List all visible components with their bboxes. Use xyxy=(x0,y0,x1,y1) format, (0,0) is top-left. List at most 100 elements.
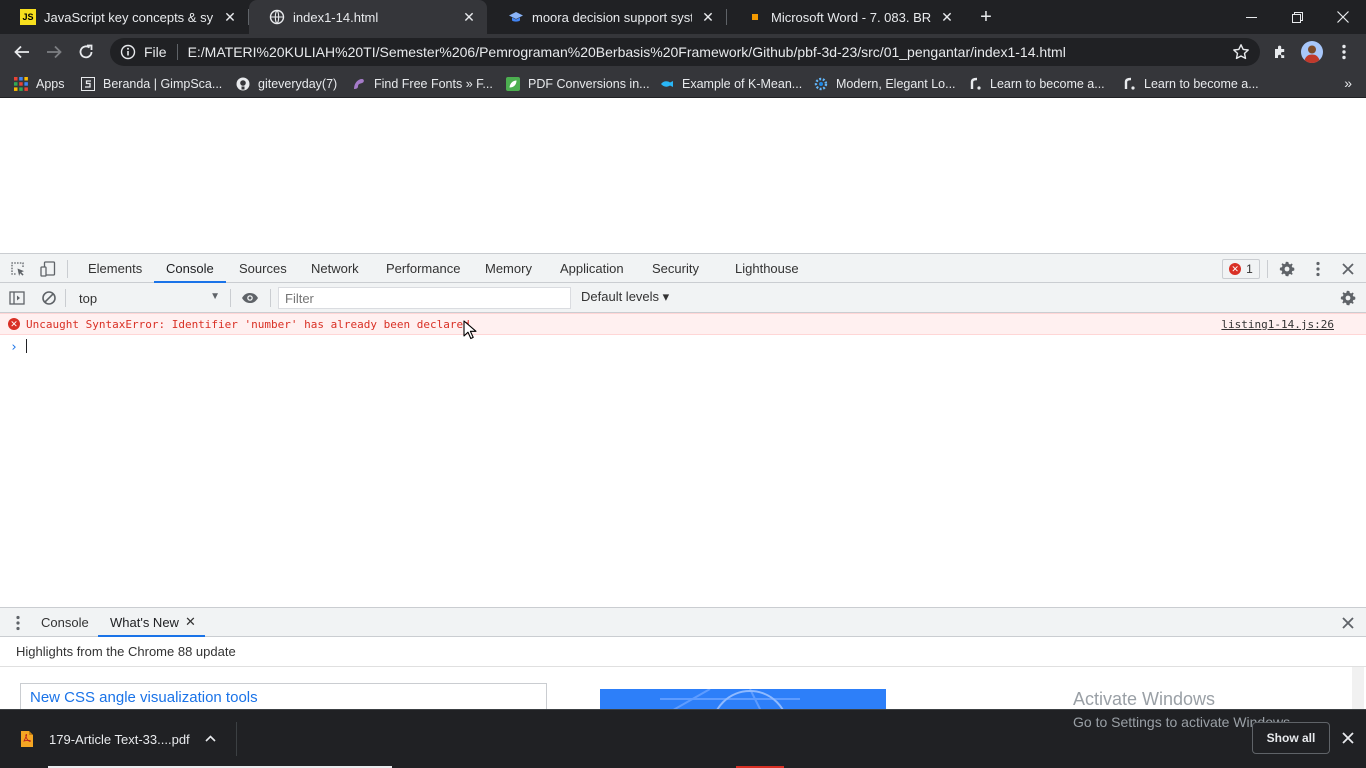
toolbar-divider xyxy=(270,289,271,307)
address-bar[interactable]: File E:/MATERI%20KULIAH%20TI/Semester%20… xyxy=(110,38,1260,66)
browser-tab-active[interactable]: index1-14.html ✕ xyxy=(249,0,487,34)
browser-tab[interactable]: Microsoft Word - 7. 083. BRAUER ✕ xyxy=(727,0,965,34)
close-drawer-icon[interactable] xyxy=(1338,613,1358,633)
close-tab-icon[interactable]: ✕ xyxy=(461,9,477,25)
toolbar-divider xyxy=(65,289,66,307)
globe-icon xyxy=(269,9,285,25)
mouse-pointer-icon xyxy=(463,320,477,340)
tab-performance[interactable]: Performance xyxy=(386,254,460,283)
avatar[interactable] xyxy=(1300,40,1324,64)
context-value: top xyxy=(79,290,98,306)
live-expression-eye-icon[interactable] xyxy=(240,288,260,308)
browser-tab[interactable]: moora decision support system - ✕ xyxy=(488,0,726,34)
bookmark-modern-elegant[interactable]: Modern, Elegant Lo... xyxy=(814,75,956,93)
tab-elements[interactable]: Elements xyxy=(88,254,142,283)
close-tab-icon[interactable]: ✕ xyxy=(700,9,716,25)
tab-title: Microsoft Word - 7. 083. BRAUER xyxy=(771,9,931,25)
close-devtools-icon[interactable] xyxy=(1338,259,1358,279)
close-shelf-icon[interactable] xyxy=(1339,729,1357,747)
shelf-divider xyxy=(236,722,237,756)
star-icon[interactable] xyxy=(1232,43,1250,61)
activate-windows-title: Activate Windows xyxy=(1073,689,1216,709)
bookmark-giteveryday[interactable]: giteveryday(7) xyxy=(236,75,337,93)
extensions-puzzle-icon[interactable] xyxy=(1268,40,1292,64)
whats-new-headline: Highlights from the Chrome 88 update xyxy=(0,637,1366,667)
settings-gear-icon[interactable] xyxy=(1277,259,1297,279)
bookmark-roadmap[interactable]: Learn to become a... xyxy=(1122,75,1259,93)
bookmark-kmeans[interactable]: Example of K-Mean... xyxy=(660,75,802,93)
feature-card[interactable]: New CSS angle visualization tools xyxy=(20,683,547,709)
bookmark-label: Example of K-Mean... xyxy=(682,77,803,91)
console-settings-gear-icon[interactable] xyxy=(1338,288,1358,308)
tab-network[interactable]: Network xyxy=(311,254,359,283)
info-icon[interactable] xyxy=(120,44,136,60)
source-link[interactable]: listing1-14.js:26 xyxy=(1221,318,1334,331)
toolbar-divider xyxy=(230,289,231,307)
dropdown-arrow-icon: ▼ xyxy=(210,291,220,302)
reload-button[interactable] xyxy=(74,40,98,64)
menu-kebab-icon[interactable] xyxy=(1332,40,1356,64)
download-item[interactable]: 179-Article Text-33....pdf xyxy=(20,729,190,749)
bookmark-gimpscape[interactable]: Beranda | GimpSca... xyxy=(81,75,222,93)
drawer-tab-console[interactable]: Console xyxy=(41,608,89,637)
filter-input[interactable] xyxy=(278,287,571,309)
download-file-name: 179-Article Text-33....pdf xyxy=(49,731,190,747)
browser-tab[interactable]: JS JavaScript key concepts & syntax ✕ xyxy=(0,0,248,34)
drawer-tab-whats-new[interactable]: What's New xyxy=(98,608,205,637)
bookmark-label: Learn to become a... xyxy=(990,77,1105,91)
back-button[interactable] xyxy=(10,40,34,64)
bookmark-label: Beranda | GimpSca... xyxy=(103,77,223,91)
show-all-button[interactable]: Show all xyxy=(1252,722,1330,754)
bookmark-fonts[interactable]: Find Free Fonts » F... xyxy=(352,75,493,93)
console-output[interactable]: ✕ Uncaught SyntaxError: Identifier 'numb… xyxy=(0,313,1366,607)
device-toolbar-icon[interactable] xyxy=(38,259,58,279)
tab-console[interactable]: Console xyxy=(154,254,226,283)
log-levels-dropdown[interactable]: Default levels ▾ xyxy=(581,289,669,305)
feature-card-title[interactable]: New CSS angle visualization tools xyxy=(30,689,537,706)
omnibox-divider xyxy=(176,44,178,60)
tab-application[interactable]: Application xyxy=(560,254,624,283)
console-error-message[interactable]: ✕ Uncaught SyntaxError: Identifier 'numb… xyxy=(0,313,1366,335)
tab-sources[interactable]: Sources xyxy=(239,254,287,283)
apps-grid-icon xyxy=(14,77,28,91)
tab-title: JavaScript key concepts & syntax xyxy=(44,9,214,25)
restore-button[interactable] xyxy=(1274,0,1320,34)
minimize-button[interactable] xyxy=(1228,0,1274,34)
new-tab-button[interactable]: + xyxy=(974,5,998,29)
more-options-icon[interactable] xyxy=(1308,259,1328,279)
bookmark-apps[interactable]: Apps xyxy=(14,75,65,93)
scrollbar[interactable] xyxy=(1352,667,1364,709)
leaf-icon xyxy=(506,77,520,91)
error-count: 1 xyxy=(1246,262,1253,276)
bookmark-label: Learn to become a... xyxy=(1144,77,1259,91)
text-caret[interactable] xyxy=(26,339,27,353)
forward-button[interactable] xyxy=(42,40,66,64)
toolbar-divider xyxy=(67,260,68,278)
error-icon: ✕ xyxy=(1229,263,1242,275)
tab-memory[interactable]: Memory xyxy=(485,254,532,283)
bookmark-roadmap[interactable]: Learn to become a... xyxy=(968,75,1105,93)
whats-new-panel: Highlights from the Chrome 88 update New… xyxy=(0,637,1366,709)
url-text[interactable]: E:/MATERI%20KULIAH%20TI/Semester%206/Pem… xyxy=(188,44,1066,60)
chevron-double-right-icon[interactable]: » xyxy=(1344,75,1352,91)
bookmark-pdf-conversions[interactable]: PDF Conversions in... xyxy=(506,75,650,93)
github-icon xyxy=(236,77,250,91)
error-count-badge[interactable]: ✕ 1 xyxy=(1222,259,1260,279)
inspect-element-icon[interactable] xyxy=(8,259,28,279)
show-sidebar-icon[interactable] xyxy=(7,288,27,308)
toolbar-divider xyxy=(1267,260,1268,278)
chevron-up-icon[interactable] xyxy=(205,730,216,745)
close-tab-icon[interactable]: ✕ xyxy=(222,9,238,25)
clear-console-icon[interactable] xyxy=(39,288,59,308)
console-prompt-chevron-icon: › xyxy=(10,340,18,355)
tab-lighthouse[interactable]: Lighthouse xyxy=(735,254,799,283)
context-selector[interactable]: top ▼ xyxy=(70,287,228,309)
roadmap-icon xyxy=(1122,77,1136,91)
js-icon: JS xyxy=(20,9,36,25)
close-tab-icon[interactable]: ✕ xyxy=(939,9,955,25)
close-window-button[interactable] xyxy=(1320,0,1366,34)
roadmap-icon xyxy=(968,77,982,91)
tab-security[interactable]: Security xyxy=(652,254,699,283)
drawer-menu-kebab-icon[interactable] xyxy=(8,613,28,633)
close-tab-icon[interactable]: ✕ xyxy=(185,615,197,629)
